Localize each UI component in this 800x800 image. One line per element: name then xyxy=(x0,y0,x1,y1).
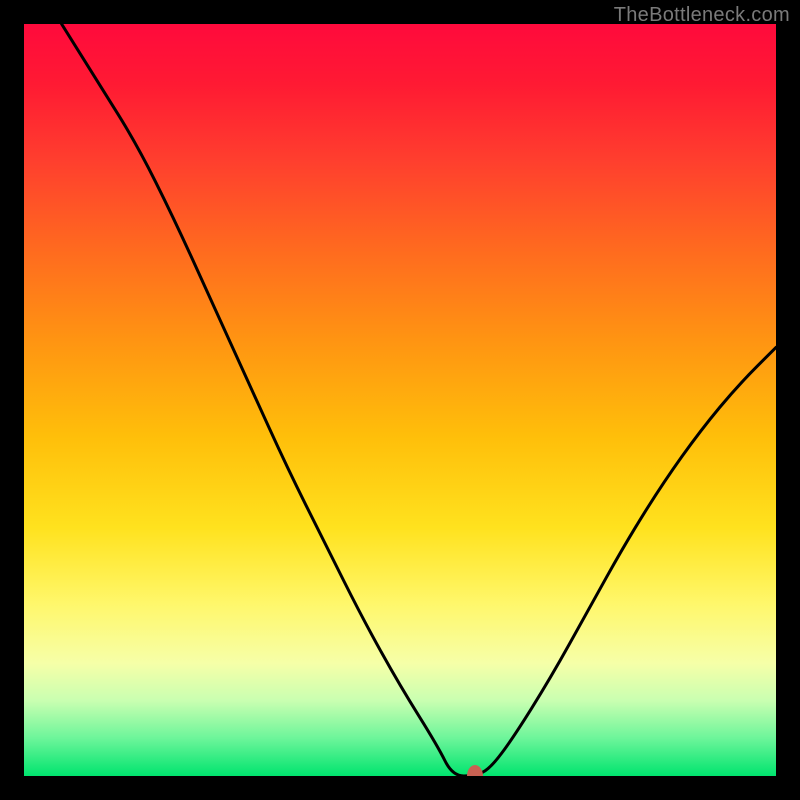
plot-area xyxy=(24,24,776,776)
bottleneck-curve xyxy=(24,24,776,776)
chart-frame: TheBottleneck.com xyxy=(0,0,800,800)
bottleneck-curve-path xyxy=(62,24,776,776)
watermark-text: TheBottleneck.com xyxy=(614,4,790,27)
